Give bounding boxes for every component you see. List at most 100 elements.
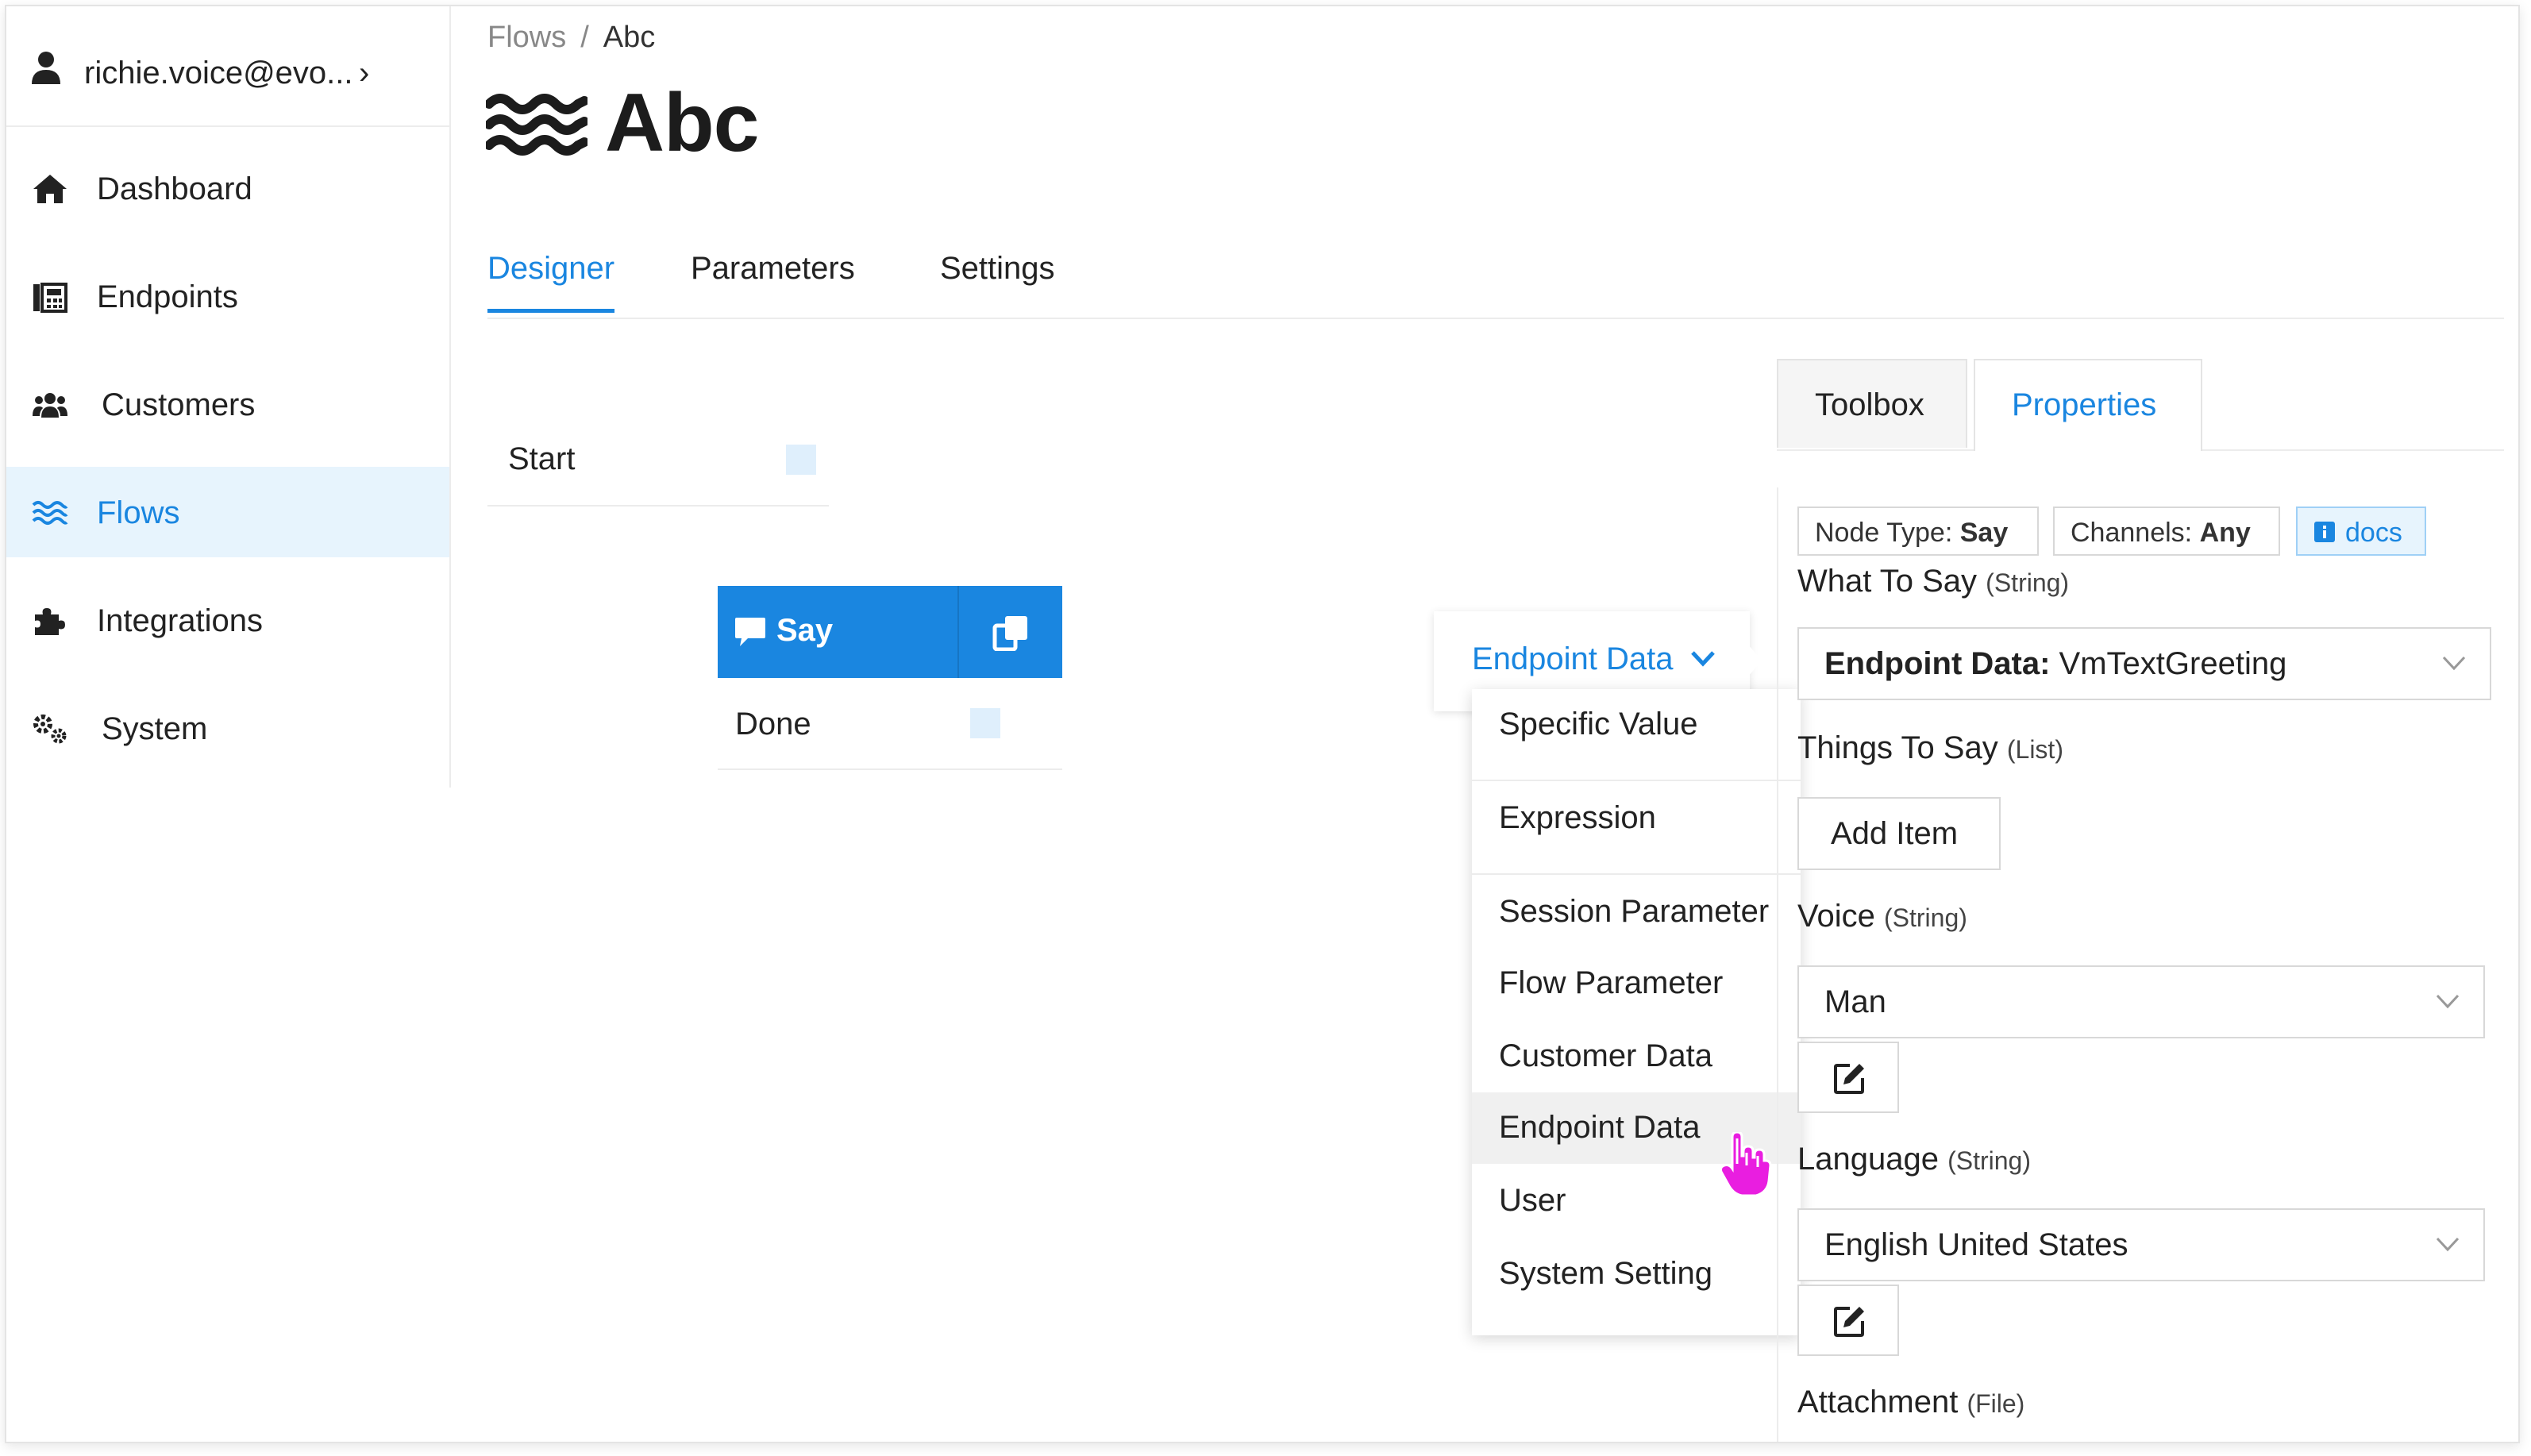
field-label: Attachment	[1797, 1385, 1959, 1419]
language-label: Language (String)	[1797, 1142, 2031, 1177]
say-output-label: Done	[735, 707, 811, 741]
tab-label: Toolbox	[1815, 387, 1924, 422]
say-node-label: Say	[776, 613, 834, 648]
channels-badge: Channels: Any	[2053, 507, 2280, 556]
field-label: What To Say	[1797, 564, 1978, 599]
value-source-menu: Specific Value Expression Session Parame…	[1472, 689, 1801, 1335]
tab-properties[interactable]: Properties	[1974, 359, 2202, 451]
menu-item-label: Flow Parameter	[1499, 965, 1724, 1000]
chevron-right-icon: ›	[359, 56, 370, 91]
start-output-port[interactable]	[786, 445, 816, 475]
select-prefix: Endpoint Data:	[1824, 646, 2051, 681]
things-to-say-label: Things To Say (List)	[1797, 730, 2063, 766]
voice-label: Voice (String)	[1797, 899, 1967, 934]
menu-item-system-setting[interactable]: System Setting	[1472, 1238, 1801, 1310]
menu-item-expression[interactable]: Expression	[1472, 783, 1801, 854]
field-label: Voice	[1797, 899, 1875, 934]
badge-value: Any	[2199, 518, 2251, 548]
start-node[interactable]: Start	[487, 422, 829, 507]
field-type: (List)	[2006, 735, 2063, 764]
chevron-down-icon	[2436, 1237, 2460, 1252]
tab-parameters[interactable]: Parameters	[691, 251, 855, 309]
puzzle-icon	[35, 608, 65, 635]
badge-label: Node Type:	[1815, 518, 1953, 548]
node-type-badge: Node Type: Say	[1797, 507, 2039, 556]
edit-icon	[1834, 1307, 1864, 1337]
water-icon	[32, 501, 68, 525]
docs-label: docs	[2345, 518, 2402, 548]
voice-edit-button[interactable]	[1797, 1042, 1899, 1113]
field-label: Language	[1797, 1142, 1939, 1177]
say-node-header[interactable]: Say	[718, 586, 1062, 678]
breadcrumb-link-flows[interactable]: Flows	[487, 21, 566, 54]
user-account-menu[interactable]: richie.voice@evo... ›	[6, 6, 449, 127]
page-title: Abc	[605, 77, 759, 169]
pointer-hand-icon	[1720, 1132, 1772, 1197]
field-label: Things To Say	[1797, 730, 1998, 765]
menu-item-specific-value[interactable]: Specific Value	[1472, 689, 1801, 761]
breadcrumb-current: Abc	[603, 21, 656, 54]
start-node-label: Start	[508, 441, 576, 476]
field-type: (String)	[1986, 568, 2070, 597]
select-value: Man	[1824, 984, 1886, 1019]
select-value: English United States	[1824, 1227, 2128, 1262]
copy-icon[interactable]	[992, 614, 1029, 651]
badge-value: Say	[1959, 518, 2009, 548]
menu-item-label: System Setting	[1499, 1256, 1713, 1291]
menu-divider	[1472, 873, 1801, 875]
sidebar-item-label: Flows	[97, 495, 180, 530]
menu-item-label: Session Parameter	[1499, 894, 1770, 929]
menu-item-label: Specific Value	[1499, 707, 1698, 741]
menu-item-customer-data[interactable]: Customer Data	[1472, 1021, 1801, 1092]
sidebar-item-dashboard[interactable]: Dashboard	[6, 143, 449, 233]
app-window: richie.voice@evo... › Dashboard Endpoint…	[5, 5, 2520, 1443]
menu-divider	[1472, 780, 1801, 781]
edit-icon	[1834, 1064, 1864, 1094]
say-node[interactable]: Say Done	[718, 586, 1062, 770]
menu-item-label: Endpoint Data	[1499, 1110, 1701, 1145]
sidebar-item-integrations[interactable]: Integrations	[6, 575, 449, 665]
sidebar-item-label: Customers	[102, 387, 256, 422]
users-icon	[33, 393, 67, 418]
menu-item-label: Customer Data	[1499, 1038, 1712, 1073]
field-type: (String)	[1883, 903, 1967, 932]
select-value: VmTextGreeting	[2059, 646, 2287, 681]
button-label: Add Item	[1831, 816, 1959, 851]
breadcrumb: Flows / Abc	[487, 21, 655, 55]
tab-toolbox[interactable]: Toolbox	[1777, 359, 1967, 448]
sidebar-item-label: Endpoints	[97, 279, 238, 314]
sidebar-item-customers[interactable]: Customers	[6, 359, 449, 449]
add-item-button[interactable]: Add Item	[1797, 797, 2001, 870]
popover-arrow	[1745, 641, 1762, 680]
tab-label: Properties	[2012, 387, 2157, 422]
attachment-label: Attachment (File)	[1797, 1385, 2024, 1420]
value-source-selected: Endpoint Data	[1472, 641, 1674, 676]
language-select[interactable]: English United States	[1797, 1208, 2485, 1281]
main-tabs: Designer Parameters Settings	[487, 245, 2504, 319]
field-type: (String)	[1947, 1146, 2031, 1175]
sidebar-item-endpoints[interactable]: Endpoints	[6, 251, 449, 341]
page-header: Abc	[486, 76, 759, 171]
water-icon	[486, 93, 587, 156]
tab-designer[interactable]: Designer	[487, 251, 615, 313]
menu-item-flow-parameter[interactable]: Flow Parameter	[1472, 948, 1801, 1019]
sidebar-item-label: System	[102, 711, 208, 746]
language-edit-button[interactable]	[1797, 1285, 1899, 1356]
sidebar-item-flows[interactable]: Flows	[6, 467, 449, 557]
chevron-down-icon	[1691, 651, 1715, 667]
sidebar-item-system[interactable]: System	[6, 683, 449, 773]
voice-select[interactable]: Man	[1797, 965, 2485, 1038]
what-to-say-select[interactable]: Endpoint Data: VmTextGreeting	[1797, 627, 2491, 700]
tab-settings[interactable]: Settings	[940, 251, 1055, 309]
sidebar: richie.voice@evo... › Dashboard Endpoint…	[6, 6, 451, 788]
docs-link[interactable]: docs	[2296, 507, 2426, 556]
user-icon	[32, 52, 60, 84]
fax-icon	[33, 283, 67, 313]
user-email: richie.voice@evo...	[84, 56, 353, 91]
menu-item-session-parameter[interactable]: Session Parameter	[1472, 876, 1801, 948]
say-node-divider	[957, 586, 959, 678]
info-icon	[2314, 522, 2335, 542]
properties-panel: Node Type: Say Channels: Any docs What T…	[1777, 487, 2506, 1442]
home-icon	[33, 175, 67, 203]
done-output-port[interactable]	[970, 708, 1000, 738]
